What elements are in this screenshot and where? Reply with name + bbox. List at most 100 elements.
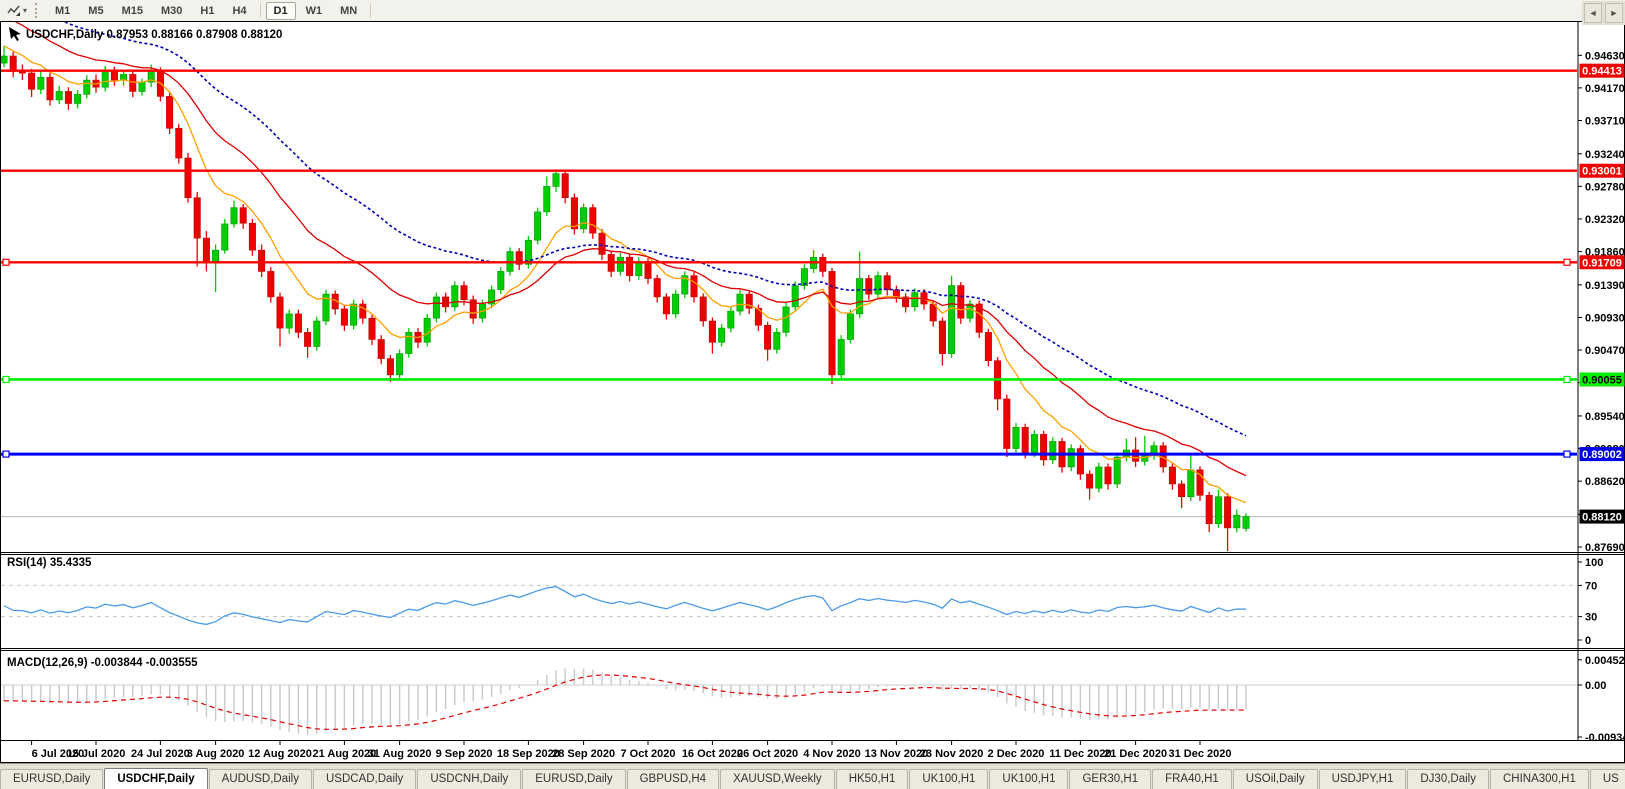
candle-body [369,318,375,339]
candle-body [1224,497,1230,528]
candle-body [1,56,7,63]
hline-handle[interactable] [3,259,9,265]
hline-handle[interactable] [3,451,9,457]
chart-title: USDCHF,Daily 0.87953 0.88166 0.87908 0.8… [26,29,282,41]
hline-handle[interactable] [1564,376,1570,382]
candle-body [111,71,117,80]
chart-tab-eurusd-daily[interactable]: EURUSD,Daily [522,769,625,789]
candle-body [314,321,320,347]
rsi-label: RSI(14) 35.4335 [7,557,92,569]
chart-tab-fra40-h1[interactable]: FRA40,H1 [1152,769,1232,789]
chart-tab-gbpusd-h4[interactable]: GBPUSD,H4 [627,769,719,789]
hline-handle[interactable] [3,376,9,382]
price-level-tag-text: 0.93001 [1582,166,1622,178]
price-level-tag-text: 0.88120 [1582,512,1622,524]
date-axis-label: 21 Dec 2020 [1104,748,1167,760]
timeframe-button-m30[interactable]: M30 [153,2,190,20]
candle-body [166,96,172,128]
chart-tab-usoil-daily[interactable]: USOil,Daily [1233,769,1318,789]
chart-tab-dj30-daily[interactable]: DJ30,Daily [1407,769,1489,789]
dropdown-caret-icon[interactable]: ▾ [23,6,27,15]
candle-body [893,290,899,297]
candle-body [360,304,366,318]
candle-body [544,186,550,212]
rsi-axis-label: 70 [1585,580,1597,592]
candle-body [185,158,191,198]
candle-body [1004,399,1010,449]
candle-body [286,314,292,328]
chart-tab-uk100-h1[interactable]: UK100,H1 [989,769,1068,789]
chart-frame [1,22,1625,763]
toolbar-separator [370,3,371,18]
candle-body [562,174,568,198]
timeframe-button-m1[interactable]: M1 [47,2,78,20]
date-axis-label: 23 Nov 2020 [920,748,984,760]
chart-window: 0.946300.941700.937100.932400.927800.923… [0,21,1625,763]
tab-scroll-controls: ◄ ► [1582,1,1625,25]
candle-body [985,332,991,360]
mt4-terminal: { "toolbar": { "caret": "▾", "timeframes… [0,0,1625,788]
cursor-tool-button[interactable]: ▾ [3,2,31,20]
timeframe-button-m5[interactable]: M5 [80,2,111,20]
chart-tab-usdchf-daily[interactable]: USDCHF,Daily [104,768,207,789]
chart-tab-eurusd-daily[interactable]: EURUSD,Daily [0,769,103,789]
candle-body [691,276,697,297]
candle-body [268,271,274,297]
tab-scroll-right-button[interactable]: ► [1605,3,1623,23]
candle-body [212,250,218,261]
candle-body [84,80,90,94]
candle-body [396,354,402,375]
hline-handle[interactable] [1564,451,1570,457]
price-axis-label: 0.93240 [1585,149,1625,161]
usdchf-daily-chart[interactable]: 0.946300.941700.937100.932400.927800.923… [0,21,1625,763]
chart-tab-usdcad-daily[interactable]: USDCAD,Daily [313,769,416,789]
date-axis-label: 26 Oct 2020 [737,748,798,760]
chart-tab-uk100-h1[interactable]: UK100,H1 [909,769,988,789]
candle-body [792,286,798,307]
chart-tab-china300-h1[interactable]: CHINA300,H1 [1490,769,1589,789]
timeframe-button-w1[interactable]: W1 [298,2,331,20]
candle-body [424,318,430,342]
price-axis-label: 0.87690 [1585,542,1625,554]
candle-body [102,71,108,87]
candle-body [130,74,136,91]
chart-tab-ger30-h1[interactable]: GER30,H1 [1069,769,1151,789]
candle-body [47,77,53,100]
chart-tab-hk50-h1[interactable]: HK50,H1 [836,769,909,789]
timeframe-button-mn[interactable]: MN [332,2,365,20]
candle-body [139,82,145,91]
chart-tab-usdjpy-h1[interactable]: USDJPY,H1 [1319,769,1407,789]
tab-scroll-left-button[interactable]: ◄ [1584,3,1602,23]
chart-tab-xauusd-weekly[interactable]: XAUUSD,Weekly [720,769,835,789]
candle-body [1013,427,1019,448]
candle-body [240,208,246,224]
candle-body [249,223,255,250]
candle-body [28,73,34,89]
price-axis-label: 0.90470 [1585,345,1625,357]
timeframe-button-m15[interactable]: M15 [114,2,151,20]
candle-body [590,208,596,234]
price-axis-label: 0.92780 [1585,181,1625,193]
date-axis-label: 24 Jul 2020 [131,748,190,760]
rsi-axis-label: 30 [1585,612,1597,624]
chart-tab-usdcnh-daily[interactable]: USDCNH,Daily [417,769,521,789]
timeframe-button-h1[interactable]: H1 [192,2,222,20]
candle-body [884,276,890,290]
candle-body [1031,434,1037,452]
timeframe-button-d1[interactable]: D1 [266,2,296,20]
candle-body [728,311,734,328]
candle-body [56,91,62,100]
hline-handle[interactable] [1564,259,1570,265]
candle-body [1068,449,1074,467]
toolbar-grip[interactable] [35,3,41,18]
candle-body [498,271,504,289]
candle-body [452,286,458,307]
macd-axis-label: 0.00 [1585,680,1606,692]
candle-body [1022,427,1028,453]
date-axis-label: 13 Nov 2020 [865,748,929,760]
chart-tab-audusd-daily[interactable]: AUDUSD,Daily [209,769,312,789]
candle-body [1096,467,1102,488]
chart-tab-us[interactable]: US [1590,769,1625,789]
timeframe-button-h4[interactable]: H4 [224,2,254,20]
candle-body [553,174,559,187]
